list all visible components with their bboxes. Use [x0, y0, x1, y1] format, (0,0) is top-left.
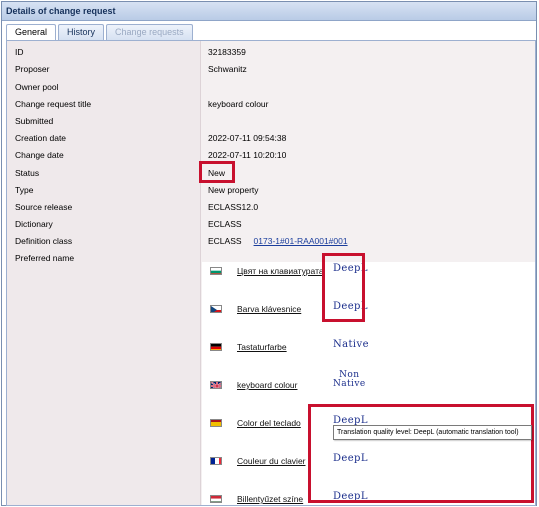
field-label: Dictionary [15, 219, 53, 229]
translation-source-label[interactable]: Native [333, 339, 369, 350]
field-label: Proposer [15, 64, 50, 74]
field-value: ECLASS [208, 236, 242, 246]
preferred-name-row-bg: Цвят на клавиатурата DeepL [202, 262, 535, 282]
field-label: Submitted [15, 116, 54, 126]
preferred-name-text[interactable]: Color del teclado [237, 418, 301, 428]
source-line-2: Native [333, 379, 366, 389]
field-label: Definition class [15, 236, 73, 246]
field-row-owner-pool: Owner pool [7, 79, 535, 96]
flag-czech-icon [210, 305, 222, 313]
panel-title: Details of change request [2, 2, 536, 21]
field-value: ECLASS12.0 [208, 202, 259, 212]
field-label: Owner pool [15, 82, 59, 92]
flag-bulgaria-icon [210, 267, 222, 275]
field-value: 32183359 [208, 47, 246, 57]
field-label: Change date [15, 150, 64, 160]
field-label: Status [15, 168, 40, 178]
preferred-name-row-de: Tastaturfarbe Native [202, 338, 535, 358]
field-row-proposer: Proposer Schwanitz [7, 61, 535, 78]
deepl-highlight-box-bottom [308, 404, 534, 503]
field-row-submitted: Submitted [7, 113, 535, 130]
field-row-definition-class: Definition class ECLASS 0173-1#01-RAA001#… [7, 233, 535, 250]
translation-source-label[interactable]: Non Native [333, 371, 366, 389]
field-value: New property [208, 185, 259, 195]
field-row-id: ID 32183359 [7, 44, 535, 61]
field-row-change-date: Change date 2022-07-11 10:20:10 [7, 147, 535, 164]
field-value-group: ECLASS 0173-1#01-RAA001#001 [208, 236, 348, 246]
flag-france-icon [210, 457, 222, 465]
tab-bar: General History Change requests [6, 24, 193, 41]
flag-uk-icon [210, 381, 222, 389]
field-label: Type [15, 185, 34, 195]
preferred-name-text[interactable]: Tastaturfarbe [237, 342, 287, 352]
preferred-name-text[interactable]: Цвят на клавиатурата [237, 266, 324, 276]
field-row-dictionary: Dictionary ECLASS [7, 216, 535, 233]
preferred-name-text[interactable]: Billentyűzet színe [237, 494, 303, 504]
field-value: keyboard colour [208, 99, 269, 109]
preferred-name-row-cz: Barva klávesnice DeepL [202, 300, 535, 320]
tab-change-requests: Change requests [106, 24, 193, 40]
field-label: Change request title [15, 99, 92, 109]
deepl-highlight-box-top [322, 253, 365, 322]
tab-general[interactable]: General [6, 24, 57, 41]
field-value: 2022-07-11 09:54:38 [208, 133, 287, 143]
flag-spain-icon [210, 419, 222, 427]
flag-germany-icon [210, 343, 222, 351]
preferred-name-row-gb: keyboard colour Non Native [202, 371, 535, 396]
field-value: Schwanitz [208, 64, 247, 74]
definition-class-link[interactable]: 0173-1#01-RAA001#001 [254, 236, 348, 246]
field-label: ID [15, 47, 24, 57]
tab-history[interactable]: History [58, 24, 105, 40]
field-row-status: Status New [7, 165, 535, 182]
preferred-name-text[interactable]: Couleur du clavier [237, 456, 306, 466]
preferred-name-text[interactable]: Barva klávesnice [237, 304, 301, 314]
field-row-creation-date: Creation date 2022-07-11 09:54:38 [7, 130, 535, 147]
field-value: 2022-07-11 10:20:10 [208, 150, 287, 160]
field-row-type: Type New property [7, 182, 535, 199]
field-label: Source release [15, 202, 73, 212]
field-row-title: Change request title keyboard colour [7, 96, 535, 113]
field-label: Preferred name [15, 253, 75, 263]
translation-quality-tooltip: Translation quality level: DeepL (automa… [333, 425, 532, 440]
field-row-source-release: Source release ECLASS12.0 [7, 199, 535, 216]
field-value: ECLASS [208, 219, 242, 229]
flag-hungary-icon [210, 495, 222, 503]
preferred-name-text[interactable]: keyboard colour [237, 380, 297, 390]
status-highlight-box [199, 161, 235, 183]
field-label: Creation date [15, 133, 67, 143]
